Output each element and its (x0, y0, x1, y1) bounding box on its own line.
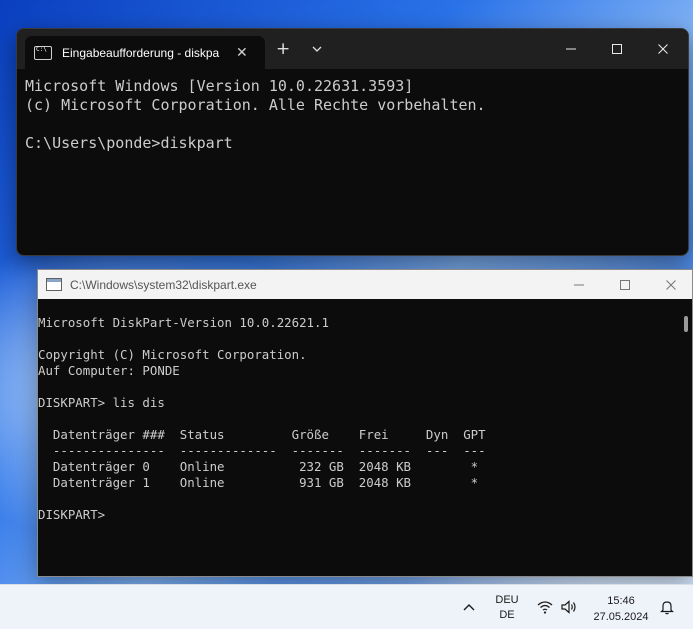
disk-table-separator: --------------- ------------- ------- --… (38, 443, 486, 458)
new-tab-icon[interactable]: + (276, 41, 290, 58)
terminal-line: Microsoft Windows [Version 10.0.22631.35… (25, 77, 414, 95)
diskpart-maximize-button[interactable] (602, 270, 648, 299)
keyboard-layout: DE (499, 609, 515, 621)
terminal-line: C:\Users\ponde>diskpart (25, 134, 233, 152)
close-icon (658, 44, 668, 54)
notification-bell-icon[interactable] (659, 599, 675, 615)
tab-title: Eingabeaufforderung - diskpa (62, 45, 220, 60)
taskbar: DEU DE 15:46 27.05.2024 (0, 584, 693, 629)
clock-time: 15:46 (607, 595, 635, 607)
console-line: Microsoft DiskPart-Version 10.0.22621.1 (38, 315, 329, 330)
language-code: DEU (495, 594, 519, 606)
minimize-button[interactable] (548, 29, 594, 69)
console-icon (46, 278, 62, 291)
diskpart-output[interactable]: Microsoft DiskPart-Version 10.0.22621.1 … (38, 315, 678, 523)
diskpart-window-title: C:\Windows\system32\diskpart.exe (70, 277, 257, 292)
terminal-window[interactable]: Eingabeaufforderung - diskpa ✕ + Microso… (16, 28, 689, 256)
terminal-tab[interactable]: Eingabeaufforderung - diskpa ✕ (25, 36, 265, 69)
maximize-button[interactable] (594, 29, 640, 69)
volume-icon[interactable] (560, 599, 578, 615)
diskpart-close-button[interactable] (648, 270, 692, 299)
diskpart-minimize-button[interactable] (556, 270, 602, 299)
terminal-output[interactable]: Microsoft Windows [Version 10.0.22631.35… (17, 69, 688, 153)
language-indicator[interactable]: DEU DE (491, 593, 523, 623)
terminal-line: (c) Microsoft Corporation. Alle Rechte v… (25, 96, 486, 114)
tab-close-icon[interactable]: ✕ (236, 45, 248, 61)
console-line: DISKPART> lis dis (38, 395, 165, 410)
disk-table-row: Datenträger 0 Online 232 GB 2048 KB * (38, 459, 479, 474)
diskpart-prompt[interactable]: DISKPART> (38, 507, 678, 523)
wifi-icon[interactable] (536, 599, 554, 615)
maximize-icon (612, 44, 622, 54)
minimize-icon (574, 284, 584, 285)
tray-chevron-icon[interactable] (460, 599, 478, 615)
console-line: Auf Computer: PONDE (38, 363, 180, 378)
dropdown-icon[interactable] (310, 42, 324, 56)
console-line: Copyright (C) Microsoft Corporation. (38, 347, 307, 362)
close-icon (666, 279, 676, 290)
maximize-icon (620, 279, 630, 290)
minimize-icon (566, 48, 576, 50)
disk-table-header: Datenträger ### Status Größe Frei Dyn GP… (38, 427, 486, 442)
diskpart-window[interactable]: C:\Windows\system32\diskpart.exe Microso… (37, 269, 693, 577)
diskpart-titlebar[interactable]: C:\Windows\system32\diskpart.exe (38, 270, 692, 299)
clock[interactable]: 15:46 27.05.2024 (588, 593, 654, 625)
terminal-titlebar[interactable]: Eingabeaufforderung - diskpa ✕ + (17, 29, 688, 69)
scrollbar-thumb[interactable] (684, 316, 688, 332)
disk-table-row: Datenträger 1 Online 931 GB 2048 KB * (38, 475, 479, 490)
cmd-icon (34, 45, 52, 60)
close-button[interactable] (640, 29, 686, 69)
clock-date: 27.05.2024 (593, 611, 649, 623)
